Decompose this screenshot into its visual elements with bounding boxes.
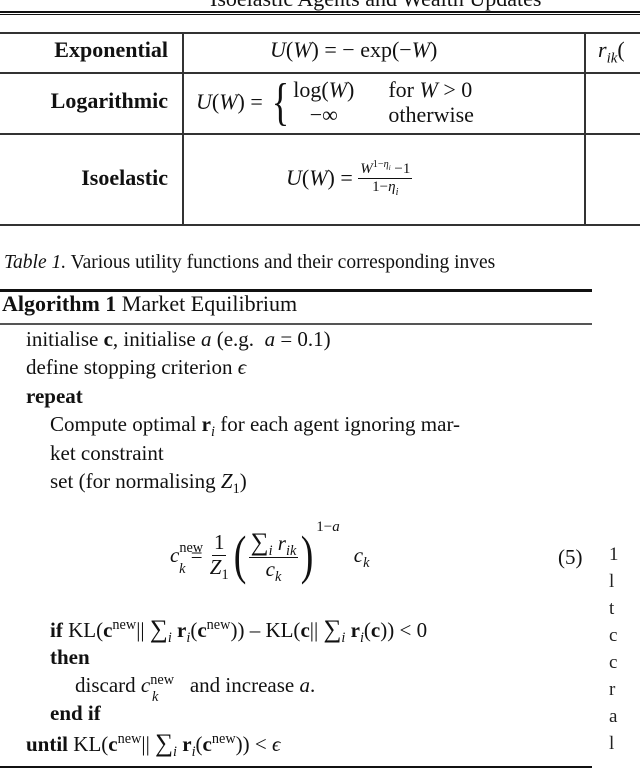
algorithm-label: Algorithm 1 xyxy=(2,291,117,316)
keyword-repeat: repeat xyxy=(26,384,83,408)
header-rule xyxy=(0,14,640,15)
case-value: −∞ xyxy=(309,102,338,127)
caption-label: Table 1. xyxy=(4,252,67,273)
text-fragment: r xyxy=(609,679,616,700)
algo-line-compute: Compute optimal ri for each agent ignori… xyxy=(50,412,461,441)
text-fragment: a xyxy=(609,706,618,727)
table-rule-top xyxy=(0,32,640,34)
algorithm-rule-bottom xyxy=(0,766,592,768)
caption-text: Various utility functions and their corr… xyxy=(70,252,496,273)
table-column-divider xyxy=(584,32,586,226)
formula-logarithmic: U(W) = { log(W) for W > 0 −∞ otherwise xyxy=(196,73,474,131)
left-brace: { xyxy=(272,73,290,131)
algorithm-title: Market Equilibrium xyxy=(121,291,298,316)
table-column-divider xyxy=(182,32,184,226)
case-condition: otherwise xyxy=(388,102,474,127)
algo-line-until: until KL(cnew|| ∑i ri(cnew)) < ϵ xyxy=(26,730,281,761)
algo-line-stop: define stopping criterion ϵ xyxy=(26,355,247,379)
algorithm-rule-mid xyxy=(0,323,592,325)
case-value: log(W) xyxy=(293,76,355,102)
piecewise-cases: log(W) for W > 0 −∞ otherwise xyxy=(293,77,474,128)
text-fragment: c xyxy=(609,652,618,673)
algorithm-header: Algorithm 1 Market Equilibrium xyxy=(2,291,297,317)
text-fragment: l xyxy=(609,571,615,592)
text-fragment: c xyxy=(609,625,618,646)
algo-line-set: set (for normalising Z1) xyxy=(50,469,247,498)
left-paren: ( xyxy=(233,525,246,585)
table-rule-bottom xyxy=(0,224,640,226)
algo-line-if: if KL(cnew|| ∑i ri(cnew)) – KL(c|| ∑i ri… xyxy=(50,616,428,647)
right-paren: ) xyxy=(300,525,314,585)
keyword-end-if: end if xyxy=(50,701,101,725)
fraction-one-over-z1: 1 Z1 xyxy=(209,530,229,583)
row-label-logarithmic: Logarithmic xyxy=(50,88,168,113)
denominator: 1−ηi xyxy=(372,178,399,198)
equation-5: cnewk = 1 Z1 ( ∑i rik ck ) 1−a ck xyxy=(170,518,370,586)
equation-number: (5) xyxy=(558,545,583,569)
algo-line-discard: discard cnewk and increase a. xyxy=(75,672,316,706)
row-label-isoelastic: Isoelastic xyxy=(81,165,168,190)
keyword-until: until xyxy=(26,732,69,756)
table-caption: Table 1. Various utility functions and t… xyxy=(4,252,495,274)
text-fragment: 1 xyxy=(609,544,619,565)
fraction: W1−ηi −1 1−ηi xyxy=(358,159,413,198)
numerator: W1−ηi −1 xyxy=(358,159,413,179)
keyword-then: then xyxy=(50,645,90,669)
formula-exponential: U(W) = − exp(−W) xyxy=(270,37,438,62)
text-fragment: t xyxy=(609,598,615,619)
row-label-exponential: Exponential xyxy=(54,37,168,62)
text-fragment: l xyxy=(609,733,615,754)
case-condition: for W > 0 xyxy=(388,76,473,102)
algo-line-compute-cont: ket constraint xyxy=(50,441,164,465)
keyword-if: if xyxy=(50,618,63,642)
fraction-sum-over-c: ∑i rik ck xyxy=(248,529,299,585)
formula-isoelastic: U(W) = W1−ηi −1 1−ηi xyxy=(286,159,413,198)
next-column-fragment: rik( xyxy=(598,37,625,67)
algo-line-init: initialise c, initialise a (e.g. a = 0.1… xyxy=(26,327,331,351)
header-rule xyxy=(0,11,640,13)
